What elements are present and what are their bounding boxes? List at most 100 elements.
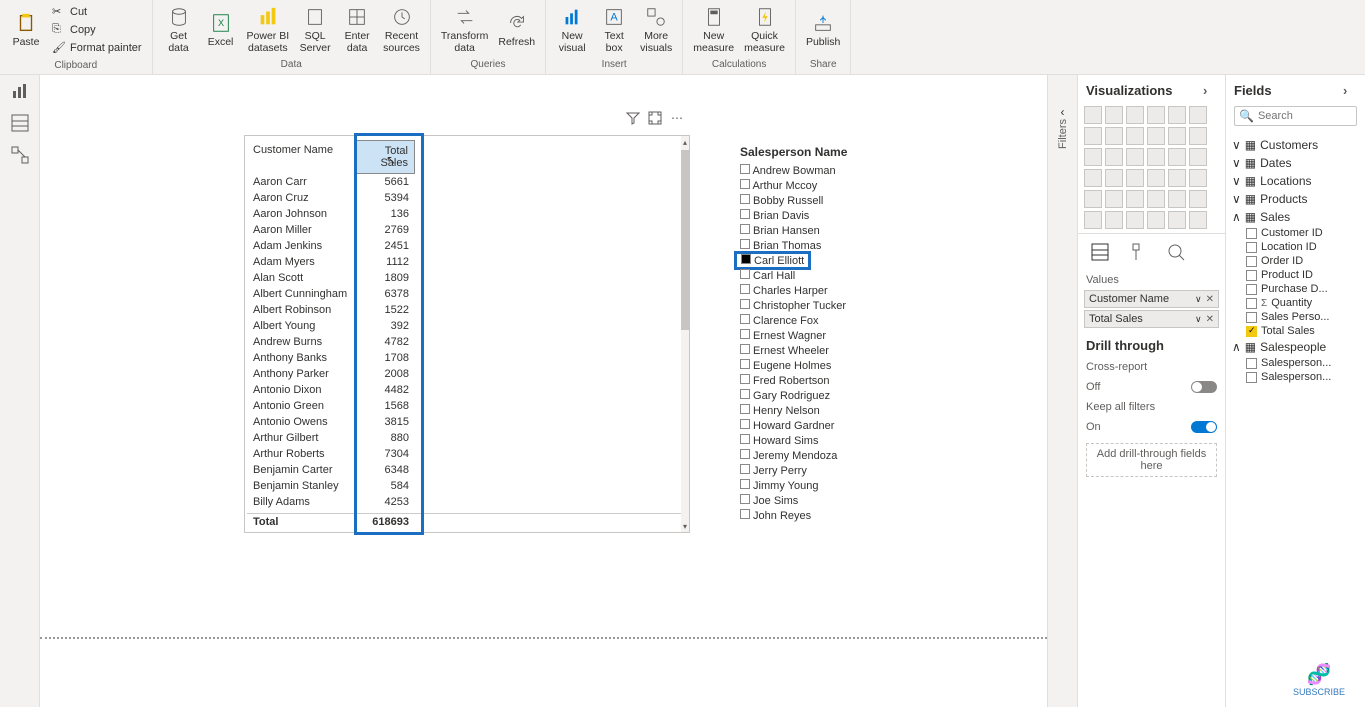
table-row[interactable]: Arthur Roberts7304 <box>247 446 687 462</box>
refresh-button[interactable]: Refresh <box>494 2 539 57</box>
table-salespeople[interactable]: ∧▦Salespeople <box>1232 338 1359 356</box>
get-data-button[interactable]: Get data <box>159 2 199 57</box>
checkbox-icon[interactable] <box>740 404 750 414</box>
new-measure-button[interactable]: New measure <box>689 2 738 57</box>
focus-icon[interactable] <box>647 110 663 126</box>
table-row[interactable]: Alan Scott1809 <box>247 270 687 286</box>
checkbox-icon[interactable] <box>740 359 750 369</box>
more-visuals-button[interactable]: More visuals <box>636 2 676 57</box>
field-quantity[interactable]: ΣQuantity <box>1232 296 1359 310</box>
checkbox-icon[interactable] <box>740 344 750 354</box>
table-row[interactable]: Albert Robinson1522 <box>247 302 687 318</box>
checkbox-icon[interactable] <box>740 389 750 399</box>
filters-pane-collapsed[interactable]: ‹ Filters <box>1047 75 1077 707</box>
field-location-id[interactable]: Location ID <box>1232 240 1359 254</box>
data-view-icon[interactable] <box>10 113 30 133</box>
checkbox-icon[interactable] <box>740 179 750 189</box>
slicer-item[interactable]: Ernest Wagner <box>740 328 1000 343</box>
slicer-item[interactable]: Howard Gardner <box>740 418 1000 433</box>
field-salesperson-1[interactable]: Salesperson... <box>1232 356 1359 370</box>
table-row[interactable]: Aaron Cruz5394 <box>247 190 687 206</box>
checkbox-icon[interactable] <box>740 419 750 429</box>
table-products[interactable]: ∨▦Products <box>1232 190 1359 208</box>
publish-button[interactable]: Publish <box>802 2 844 57</box>
text-box-button[interactable]: AText box <box>594 2 634 57</box>
viz-type-tile[interactable] <box>1126 127 1144 145</box>
viz-type-tile[interactable] <box>1189 148 1207 166</box>
slicer-item[interactable]: Eugene Holmes <box>740 358 1000 373</box>
viz-type-tile[interactable] <box>1084 106 1102 124</box>
more-options-icon[interactable]: ⋯ <box>669 110 685 126</box>
excel-button[interactable]: XExcel <box>201 2 241 57</box>
slicer-item[interactable]: Brian Davis <box>740 208 1000 223</box>
table-customers[interactable]: ∨▦Customers <box>1232 136 1359 154</box>
slicer-item[interactable]: Howard Sims <box>740 433 1000 448</box>
value-well-total[interactable]: Total Sales∨✕ <box>1084 310 1219 328</box>
column-total-sales[interactable]: Total Sales↖ <box>355 140 415 174</box>
format-tab-icon[interactable] <box>1128 242 1148 262</box>
viz-type-tile[interactable] <box>1105 127 1123 145</box>
slicer-visual[interactable]: Salesperson Name Andrew Bowman Arthur Mc… <box>740 145 1000 523</box>
checkbox-icon[interactable] <box>741 254 751 264</box>
slicer-item[interactable]: Carl Hall <box>740 268 1000 283</box>
checkbox-icon[interactable] <box>740 269 750 279</box>
cut-button[interactable]: ✂Cut <box>50 4 144 20</box>
field-product-id[interactable]: Product ID <box>1232 268 1359 282</box>
viz-type-tile[interactable] <box>1084 148 1102 166</box>
viz-type-tile[interactable] <box>1168 106 1186 124</box>
sql-server-button[interactable]: SQL Server <box>295 2 335 57</box>
viz-type-tile[interactable] <box>1105 169 1123 187</box>
checkbox-icon[interactable] <box>740 299 750 309</box>
slicer-item[interactable]: Arthur Mccoy <box>740 178 1000 193</box>
analytics-tab-icon[interactable] <box>1166 242 1186 262</box>
viz-type-tile[interactable] <box>1189 127 1207 145</box>
remove-icon[interactable]: ✕ <box>1206 314 1214 325</box>
viz-type-tile[interactable] <box>1147 190 1165 208</box>
report-canvas[interactable]: ⋯ Customer Name Total Sales↖ Aaron Carr5… <box>40 75 1047 707</box>
field-total-sales[interactable]: Total Sales <box>1232 324 1359 338</box>
table-row[interactable]: Aaron Johnson136 <box>247 206 687 222</box>
viz-type-tile[interactable] <box>1147 106 1165 124</box>
slicer-item[interactable]: Henry Nelson <box>740 403 1000 418</box>
paste-button[interactable]: Paste <box>6 2 46 58</box>
viz-type-tile[interactable] <box>1084 190 1102 208</box>
viz-type-tile[interactable] <box>1126 211 1144 229</box>
table-row[interactable]: Andrew Burns4782 <box>247 334 687 350</box>
viz-type-tile[interactable] <box>1189 106 1207 124</box>
field-sales-person[interactable]: Sales Perso... <box>1232 310 1359 324</box>
search-input[interactable] <box>1258 110 1352 122</box>
table-row[interactable]: Billy Adams4253 <box>247 494 687 510</box>
new-visual-button[interactable]: New visual <box>552 2 592 57</box>
viz-type-tile[interactable] <box>1105 190 1123 208</box>
viz-type-tile[interactable] <box>1126 148 1144 166</box>
remove-icon[interactable]: ✕ <box>1206 294 1214 305</box>
viz-type-tile[interactable] <box>1147 148 1165 166</box>
field-customer-id[interactable]: Customer ID <box>1232 226 1359 240</box>
table-locations[interactable]: ∨▦Locations <box>1232 172 1359 190</box>
field-salesperson-2[interactable]: Salesperson... <box>1232 370 1359 384</box>
viz-type-tile[interactable] <box>1126 190 1144 208</box>
slicer-item[interactable]: Jimmy Young <box>740 478 1000 493</box>
viz-type-tile[interactable] <box>1084 127 1102 145</box>
table-row[interactable]: Aaron Miller2769 <box>247 222 687 238</box>
checkbox-icon[interactable] <box>740 329 750 339</box>
viz-type-tile[interactable] <box>1147 169 1165 187</box>
slicer-item[interactable]: Jerry Perry <box>740 463 1000 478</box>
checkbox-icon[interactable] <box>740 239 750 249</box>
table-row[interactable]: Antonio Green1568 <box>247 398 687 414</box>
viz-type-tile[interactable] <box>1126 169 1144 187</box>
viz-type-tile[interactable] <box>1168 148 1186 166</box>
checkbox-icon[interactable] <box>740 434 750 444</box>
checkbox-icon[interactable] <box>740 479 750 489</box>
viz-type-tile[interactable] <box>1084 169 1102 187</box>
filter-icon[interactable] <box>625 110 641 126</box>
table-row[interactable]: Aaron Carr5661 <box>247 174 687 190</box>
slicer-item[interactable]: Clarence Fox <box>740 313 1000 328</box>
viz-type-tile[interactable] <box>1168 127 1186 145</box>
cross-report-toggle[interactable] <box>1191 381 1217 393</box>
viz-type-tile[interactable] <box>1168 169 1186 187</box>
checkbox-icon[interactable] <box>740 314 750 324</box>
table-row[interactable]: Anthony Parker2008 <box>247 366 687 382</box>
table-row[interactable]: Adam Myers1112 <box>247 254 687 270</box>
drill-through-well[interactable]: Add drill-through fields here <box>1086 443 1217 477</box>
